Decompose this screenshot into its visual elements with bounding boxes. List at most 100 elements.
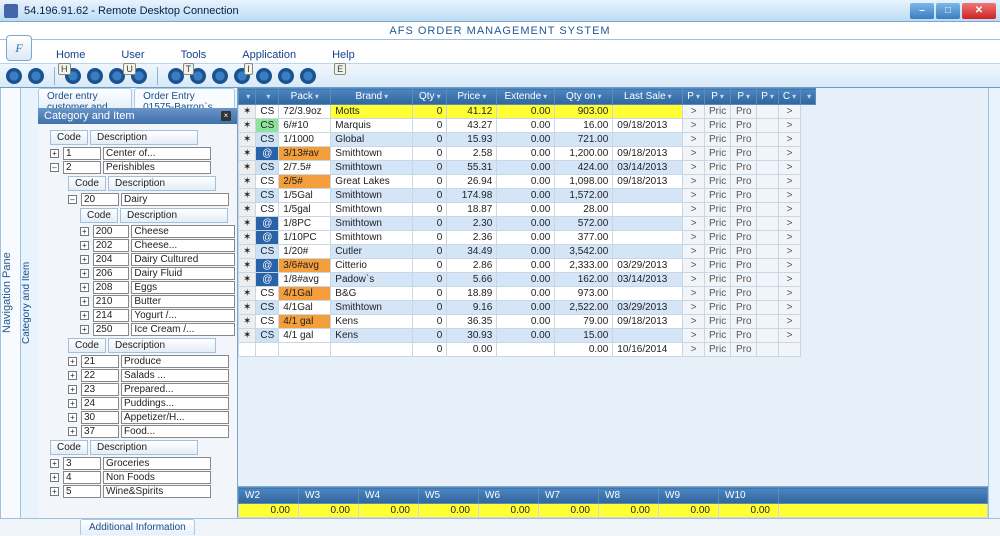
expand-icon[interactable]: + — [80, 283, 89, 292]
column-header[interactable]: Pack▾ — [279, 89, 331, 105]
expand-icon[interactable]: + — [50, 149, 59, 158]
expand-icon[interactable]: + — [68, 399, 77, 408]
grid-row[interactable]: ✶CS1/1000Global015.930.00721.00>PricPro> — [239, 133, 816, 147]
tool-icon[interactable] — [212, 68, 228, 84]
grid-row[interactable]: ✶@1/10PCSmithtown02.360.00377.00>PricPro… — [239, 231, 816, 245]
menu-tools[interactable]: ToolsT — [179, 47, 209, 63]
tree-item[interactable]: +200Cheese — [80, 225, 235, 238]
tool-icon[interactable] — [256, 68, 272, 84]
tree-item[interactable]: +4Non Foods — [50, 471, 235, 484]
tree-item[interactable]: +1Center of... — [50, 147, 235, 160]
grid-row[interactable]: ✶CS1/20#Cutler034.490.003,542.00>PricPro… — [239, 245, 816, 259]
column-header[interactable]: ▾ — [256, 89, 279, 105]
grid-row[interactable]: ✶CS2/5#Great Lakes026.940.001,098.0009/1… — [239, 175, 816, 189]
grid-row[interactable]: ✶CS4/1GalB&G018.890.00973.00>PricPro> — [239, 287, 816, 301]
tree-item[interactable]: +214Yogurt /... — [80, 309, 235, 322]
expand-icon[interactable]: + — [68, 427, 77, 436]
grid-row[interactable]: ✶CS4/1 galKens036.350.0079.0009/18/2013>… — [239, 315, 816, 329]
tree-item[interactable]: +208Eggs — [80, 281, 235, 294]
expand-icon[interactable]: – — [68, 195, 77, 204]
grid-row[interactable]: ✶CS4/1GalSmithtown09.160.002,522.0003/29… — [239, 301, 816, 315]
tool-icon[interactable] — [278, 68, 294, 84]
grid-row[interactable]: ✶CS1/5galSmithtown018.870.0028.00>PricPr… — [239, 203, 816, 217]
column-header[interactable]: ▾ — [801, 89, 816, 105]
column-header[interactable]: Brand▾ — [331, 89, 413, 105]
grid-row[interactable]: ✶CS1/5GalSmithtown0174.980.001,572.00>Pr… — [239, 189, 816, 203]
menu-application[interactable]: ApplicationI — [240, 47, 298, 63]
tab-additional-info[interactable]: Additional Information — [80, 519, 195, 535]
tool-icon[interactable] — [6, 68, 22, 84]
tree-item[interactable]: +206Dairy Fluid — [80, 267, 235, 280]
tree-item[interactable]: +5Wine&Spirits — [50, 485, 235, 498]
expand-icon[interactable]: + — [80, 297, 89, 306]
navigation-pane-label[interactable]: Navigation Pane — [0, 88, 20, 518]
tool-icon[interactable] — [28, 68, 44, 84]
tab-order-entry[interactable]: Order Entry 01575-Barron`s Deli [659] — [134, 88, 235, 108]
tree-item[interactable]: +37Food... — [68, 425, 235, 438]
expand-icon[interactable]: + — [68, 385, 77, 394]
grid-footer: 00.000.0010/16/2014>PricPro — [239, 343, 816, 357]
tree-item[interactable]: +3Groceries — [50, 457, 235, 470]
close-button[interactable]: ✕ — [962, 3, 996, 19]
grid-row[interactable]: ✶CS6/#10Marquis043.270.0016.0009/18/2013… — [239, 119, 816, 133]
expand-icon[interactable]: + — [80, 325, 89, 334]
category-side-tab[interactable]: Category and Item — [20, 88, 38, 518]
expand-icon[interactable]: + — [50, 487, 59, 496]
column-header[interactable]: P▾ — [731, 89, 757, 105]
expand-icon[interactable]: + — [80, 241, 89, 250]
tool-icon[interactable] — [168, 68, 184, 84]
grid-row[interactable]: ✶@1/8PCSmithtown02.300.00572.00>PricPro> — [239, 217, 816, 231]
grid-row[interactable]: ✶CS2/7.5#Smithtown055.310.00424.0003/14/… — [239, 161, 816, 175]
tree-item[interactable]: +204Dairy Cultured — [80, 253, 235, 266]
tree-item[interactable]: +202Cheese... — [80, 239, 235, 252]
expand-icon[interactable]: + — [50, 459, 59, 468]
column-header[interactable]: Last Sale▾ — [613, 89, 683, 105]
tree-item[interactable]: +30Appetizer/H... — [68, 411, 235, 424]
grid-row[interactable]: ✶CS4/1 galKens030.930.0015.00>PricPro> — [239, 329, 816, 343]
tree-item[interactable]: +23Prepared... — [68, 383, 235, 396]
expand-icon[interactable]: – — [50, 163, 59, 172]
menu-home[interactable]: HomeH — [54, 47, 87, 63]
expand-icon[interactable]: + — [80, 255, 89, 264]
maximize-button[interactable]: □ — [936, 3, 960, 19]
expand-icon[interactable]: + — [68, 413, 77, 422]
tree-item[interactable]: –20Dairy — [68, 193, 235, 206]
column-header[interactable]: C▾ — [778, 89, 800, 105]
column-header[interactable]: P▾ — [704, 89, 730, 105]
expand-icon[interactable]: + — [68, 357, 77, 366]
column-header[interactable]: P▾ — [757, 89, 779, 105]
file-menu-button[interactable]: F — [6, 35, 32, 61]
grid-row[interactable]: ✶@1/8#avgPadow`s05.660.00162.0003/14/201… — [239, 273, 816, 287]
column-header[interactable]: Extende▾ — [497, 89, 555, 105]
ribbon-tabs: F HomeHUserUToolsTApplicationIHelpE — [0, 40, 1000, 64]
grid-row[interactable]: ✶@3/13#avSmithtown02.580.001,200.0009/18… — [239, 147, 816, 161]
tab-order-list[interactable]: Order entry customer and order list — [38, 88, 132, 108]
minimize-button[interactable]: – — [910, 3, 934, 19]
column-header[interactable]: ▾ — [239, 89, 256, 105]
tool-icon[interactable] — [300, 68, 316, 84]
tree-item[interactable]: +22Salads ... — [68, 369, 235, 382]
expand-icon[interactable]: + — [80, 269, 89, 278]
tree-item[interactable]: +250Ice Cream /... — [80, 323, 235, 336]
grid-row[interactable]: ✶CS72/3.9ozMotts041.120.00903.00>PricPro… — [239, 105, 816, 119]
panel-close-icon[interactable]: × — [221, 111, 231, 121]
menu-help[interactable]: HelpE — [330, 47, 357, 63]
tree-item[interactable]: +210Butter — [80, 295, 235, 308]
tool-icon[interactable] — [87, 68, 103, 84]
expand-icon[interactable]: + — [80, 227, 89, 236]
right-gutter — [988, 88, 1000, 518]
menu-user[interactable]: UserU — [119, 47, 146, 63]
column-header[interactable]: Qty on▾ — [555, 89, 613, 105]
expand-icon[interactable]: + — [80, 311, 89, 320]
expand-icon[interactable]: + — [68, 371, 77, 380]
column-header[interactable]: P▾ — [683, 89, 705, 105]
column-header[interactable]: Price▾ — [447, 89, 497, 105]
column-header[interactable]: Qty▾ — [413, 89, 447, 105]
tree-item[interactable]: +21Produce — [68, 355, 235, 368]
tree-item[interactable]: –2Perishibles — [50, 161, 235, 174]
expand-icon[interactable]: + — [50, 473, 59, 482]
tree-item[interactable]: +24Puddings... — [68, 397, 235, 410]
week-header: W6 — [479, 488, 539, 504]
order-grid[interactable]: ▾▾Pack▾Brand▾Qty▾Price▾Extende▾Qty on▾La… — [238, 88, 988, 486]
grid-row[interactable]: ✶@3/6#avgCitterio02.860.002,333.0003/29/… — [239, 259, 816, 273]
